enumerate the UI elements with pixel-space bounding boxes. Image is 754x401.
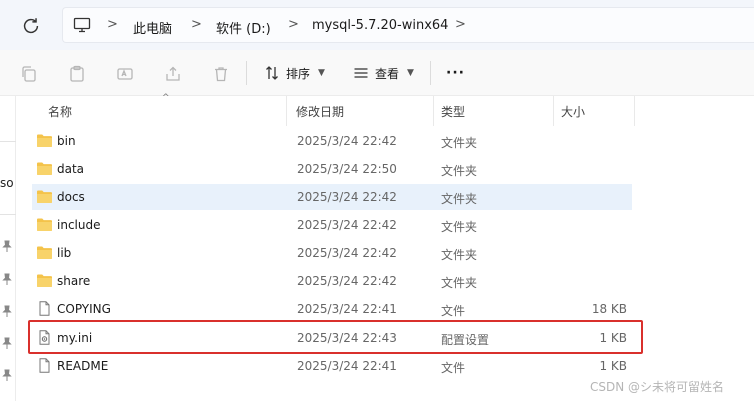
- nav-divider: [0, 141, 16, 142]
- pin-icon[interactable]: [2, 273, 12, 285]
- file-name: docs: [57, 190, 85, 204]
- file-name: include: [57, 218, 101, 232]
- file-size: 18 KB: [591, 302, 627, 316]
- folder-icon: [37, 218, 52, 231]
- file-name: data: [57, 162, 85, 176]
- file-row-copying[interactable]: COPYING 2025/3/24 22:41 文件 18 KB: [32, 296, 632, 322]
- file-modified: 2025/3/24 22:42: [297, 190, 397, 204]
- file-row-docs[interactable]: docs 2025/3/24 22:42 文件夹: [32, 184, 632, 210]
- file-type: 文件夹: [441, 164, 478, 178]
- breadcrumb-drive-d[interactable]: 软件 (D:): [216, 18, 271, 37]
- file-type: 文件: [441, 361, 466, 375]
- file-name: share: [57, 274, 91, 288]
- file-size: 1 KB: [599, 359, 627, 373]
- watermark-text: CSDN @シ未将可留姓名: [590, 380, 725, 394]
- file-modified: 2025/3/24 22:42: [297, 246, 397, 260]
- column-resize-handle[interactable]: [634, 96, 635, 126]
- file-name: README: [57, 359, 109, 373]
- column-header-type[interactable]: 类型: [441, 103, 465, 120]
- address-bar[interactable]: > 此电脑 > 软件 (D:) > mysql-5.7.20-winx64 >: [62, 7, 754, 43]
- navigation-pane: so: [0, 96, 16, 401]
- file-row-my-ini[interactable]: my.ini 2025/3/24 22:43 配置设置 1 KB: [32, 325, 632, 351]
- file-row-share[interactable]: share 2025/3/24 22:42 文件夹: [32, 268, 632, 294]
- chevron-down-icon: ▼: [407, 68, 414, 78]
- breadcrumb-mysql-folder[interactable]: mysql-5.7.20-winx64: [312, 18, 448, 33]
- file-icon: [39, 301, 50, 316]
- file-type: 文件夹: [441, 220, 478, 234]
- file-type: 配置设置: [441, 333, 490, 347]
- toolbar-divider: [430, 61, 431, 85]
- view-button[interactable]: 查看 ▼: [353, 63, 414, 83]
- file-row-data[interactable]: data 2025/3/24 22:50 文件夹: [32, 156, 632, 182]
- file-modified: 2025/3/24 22:42: [297, 274, 397, 288]
- file-size: 1 KB: [599, 331, 627, 345]
- paste-icon[interactable]: [68, 65, 86, 83]
- file-modified: 2025/3/24 22:42: [297, 134, 397, 148]
- sort-icon: [266, 66, 278, 80]
- folder-icon: [37, 246, 52, 259]
- file-icon: [39, 358, 50, 373]
- sort-ascending-icon: ^: [162, 93, 170, 103]
- folder-icon: [37, 190, 52, 203]
- file-modified: 2025/3/24 22:41: [297, 302, 397, 316]
- breadcrumb-this-pc[interactable]: 此电脑: [133, 18, 172, 37]
- nav-divider: [0, 214, 16, 215]
- pin-icon[interactable]: [2, 240, 12, 252]
- file-type: 文件夹: [441, 136, 478, 150]
- file-type: 文件夹: [441, 192, 478, 206]
- column-header-name[interactable]: 名称: [48, 103, 72, 120]
- breadcrumb-separator: >: [107, 17, 118, 32]
- sort-button[interactable]: 排序 ▼: [264, 63, 325, 83]
- file-modified: 2025/3/24 22:41: [297, 359, 397, 373]
- file-name: COPYING: [57, 302, 111, 316]
- file-row-lib[interactable]: lib 2025/3/24 22:42 文件夹: [32, 240, 632, 266]
- view-label: 查看: [375, 66, 400, 81]
- share-icon[interactable]: [164, 65, 182, 83]
- address-row: > 此电脑 > 软件 (D:) > mysql-5.7.20-winx64 >: [0, 0, 754, 50]
- file-name: bin: [57, 134, 76, 148]
- column-header-size[interactable]: 大小: [561, 103, 585, 120]
- config-file-icon: [39, 330, 50, 345]
- column-resize-handle[interactable]: [433, 96, 434, 126]
- file-modified: 2025/3/24 22:43: [297, 331, 397, 345]
- refresh-icon[interactable]: [20, 15, 42, 37]
- toolbar-divider: [246, 61, 247, 85]
- nav-pane-partial-label[interactable]: so: [0, 176, 14, 190]
- delete-icon[interactable]: [212, 65, 230, 83]
- breadcrumb-separator[interactable]: >: [455, 17, 466, 32]
- file-name: lib: [57, 246, 72, 260]
- file-row-include[interactable]: include 2025/3/24 22:42 文件夹: [32, 212, 632, 238]
- sort-label: 排序: [286, 66, 311, 81]
- folder-icon: [37, 274, 52, 287]
- column-resize-handle[interactable]: [286, 96, 287, 126]
- folder-icon: [37, 162, 52, 175]
- computer-icon: [73, 17, 91, 33]
- pin-icon[interactable]: [2, 305, 12, 317]
- file-type: 文件: [441, 304, 466, 318]
- chevron-down-icon: ▼: [318, 68, 325, 78]
- breadcrumb-separator: >: [288, 17, 299, 32]
- file-modified: 2025/3/24 22:50: [297, 162, 397, 176]
- file-type: 文件夹: [441, 248, 478, 262]
- pin-icon[interactable]: [2, 369, 12, 381]
- view-list-icon: [354, 68, 368, 78]
- column-resize-handle[interactable]: [553, 96, 554, 126]
- file-name: my.ini: [57, 331, 93, 345]
- file-row-bin[interactable]: bin 2025/3/24 22:42 文件夹: [32, 128, 632, 154]
- file-modified: 2025/3/24 22:42: [297, 218, 397, 232]
- breadcrumb-separator: >: [191, 17, 202, 32]
- command-bar: 排序 ▼ 查看 ▼ ···: [0, 50, 754, 96]
- copy-icon[interactable]: [20, 65, 38, 83]
- more-options-button[interactable]: ···: [446, 63, 465, 83]
- pin-icon[interactable]: [2, 337, 12, 349]
- folder-icon: [37, 134, 52, 147]
- column-header-modified[interactable]: 修改日期: [296, 103, 344, 120]
- file-type: 文件夹: [441, 276, 478, 290]
- file-row-readme[interactable]: README 2025/3/24 22:41 文件 1 KB: [32, 353, 632, 379]
- column-header: ^ 名称 修改日期 类型 大小: [28, 93, 754, 126]
- rename-icon[interactable]: [116, 65, 134, 83]
